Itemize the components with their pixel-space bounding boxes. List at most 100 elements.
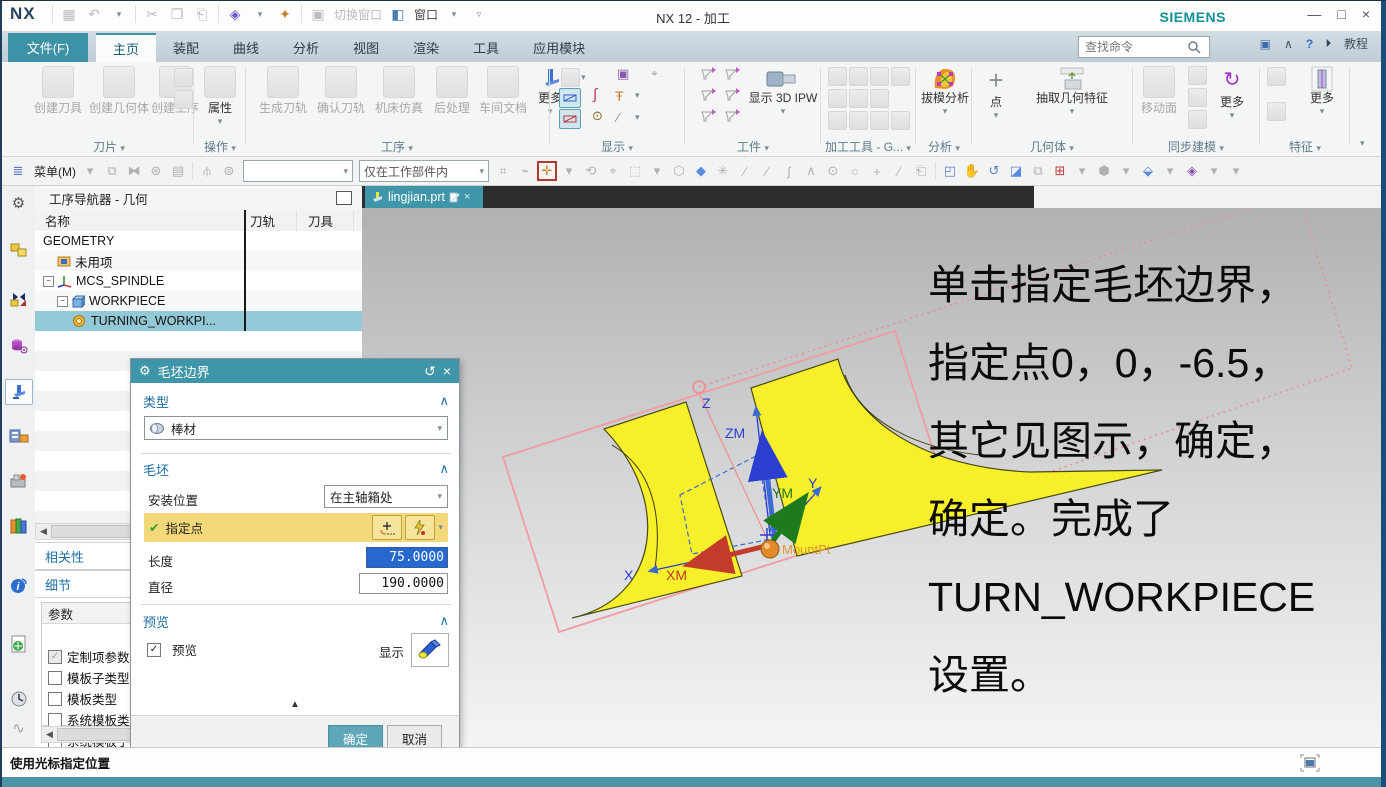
preview-checkbox-row[interactable]: ✓ 预览 <box>147 640 197 659</box>
create-geometry-button[interactable]: 创建几何体 <box>88 66 150 115</box>
scroll-left-icon[interactable]: ◀ <box>36 526 51 537</box>
mount-position-dropdown[interactable]: 在主轴箱处 ▾ <box>324 485 448 508</box>
group-dropdown-icon[interactable]: ▾ <box>408 143 413 153</box>
dropdown-arrow-icon[interactable]: ▾ <box>437 423 442 434</box>
cutter-display-icon[interactable]: Ŧ <box>615 88 624 104</box>
tab-view[interactable]: 视图 <box>336 33 396 62</box>
line-display-icon[interactable]: ∕ <box>617 110 619 125</box>
tab-application[interactable]: 应用模块 <box>516 33 602 62</box>
show-3d-ipw-button[interactable]: 显示 3D IPW ▾ <box>748 66 818 118</box>
length-input[interactable]: 75.0000 <box>366 547 448 568</box>
mt-icon-7[interactable] <box>870 89 889 108</box>
shaded-cube-icon[interactable]: ⬡ <box>671 163 687 179</box>
sash-handle-icon[interactable]: ∿ <box>6 716 32 740</box>
collapse-icon[interactable]: − <box>57 295 68 307</box>
display-option-icon[interactable] <box>561 68 580 87</box>
render-style-icon[interactable]: ⬢ <box>1096 163 1112 179</box>
group-dropdown-icon[interactable]: ▾ <box>955 143 960 153</box>
verify-toolpath-button[interactable]: 确认刀轨 <box>313 66 369 115</box>
group-dropdown-icon[interactable]: ▾ <box>764 143 769 153</box>
insert-extra-icon[interactable] <box>174 68 193 87</box>
tab-assembly[interactable]: 装配 <box>156 33 216 62</box>
snap-icon-2[interactable]: ⌁ <box>517 163 533 179</box>
orient-cube-icon[interactable]: ⬙ <box>1140 163 1156 179</box>
blank-boundary-dialog[interactable]: ⚙ 毛坯边界 ↺ × 类型 ∧ 棒材 ▾ 毛坯 ∧ 安装位置 在主轴箱处 ▾ ✔ 指定… <box>130 358 460 762</box>
tab-render[interactable]: 渲染 <box>396 33 456 62</box>
tab-home[interactable]: 主页 <box>96 33 157 62</box>
snap-icon-4[interactable]: ⌖ <box>605 163 621 179</box>
zoom-box-icon[interactable]: ◰ <box>942 163 958 179</box>
tree-row-unused[interactable]: 未用项 <box>35 251 362 271</box>
dialog-reset-icon[interactable]: ↺ <box>424 363 436 380</box>
type-dropdown[interactable]: 棒材 ▾ <box>144 416 448 440</box>
checkbox-icon[interactable] <box>48 670 62 685</box>
draft-analysis-button[interactable]: 拔模分析 ▾ <box>919 66 971 118</box>
section-type[interactable]: 类型 ∧ <box>143 391 449 411</box>
preview-checkbox-icon[interactable]: ✓ <box>147 642 161 657</box>
circle-center-icon[interactable]: ⊙ <box>825 163 841 179</box>
collapse-chevron-icon[interactable]: ∧ <box>439 393 449 409</box>
mt-icon-5[interactable] <box>828 89 847 108</box>
effects-icon[interactable]: ◈ <box>1184 163 1200 179</box>
column-tool[interactable]: 刀具 <box>302 211 333 230</box>
shop-doc-button[interactable]: 车间文档 <box>475 66 531 115</box>
mt-icon-3[interactable] <box>870 67 889 86</box>
snap-icon-1[interactable]: ⌗ <box>495 163 511 179</box>
navigator-float-button[interactable] <box>336 191 352 205</box>
information-icon[interactable]: i <box>6 573 32 597</box>
wireframe-cube-icon[interactable]: ◆ <box>693 163 709 179</box>
tree-row-geometry[interactable]: GEOMETRY <box>35 231 362 251</box>
viewport[interactable]: Z ZM Y YM X XM MountPt 单击指定毛坯边界， 指定点0，0，… <box>362 208 1381 747</box>
frame-display-icon[interactable]: ▣ <box>617 66 629 82</box>
effects-dropdown-icon[interactable]: ▾ <box>1206 163 1222 179</box>
collapse-icon[interactable]: − <box>43 275 54 287</box>
select-filter-icon-2[interactable]: ⧓ <box>126 163 142 179</box>
layers-icon[interactable]: ⧉ <box>1030 163 1046 179</box>
dialog-title-bar[interactable]: ⚙ 毛坯边界 ↺ × <box>131 359 459 383</box>
group-dropdown-icon[interactable]: ▾ <box>1316 143 1321 153</box>
tutorial-icon[interactable]: 🞂 <box>1326 36 1331 51</box>
feature-icon-1[interactable] <box>1267 67 1286 86</box>
insert-extra2-icon[interactable] <box>174 90 193 109</box>
mt-icon-6[interactable] <box>849 89 868 108</box>
view-grid-dropdown-icon[interactable]: ▾ <box>1074 163 1090 179</box>
tutorial-link[interactable]: 教程 <box>1344 35 1368 52</box>
plus-icon[interactable]: + <box>869 163 885 179</box>
line2-icon[interactable]: ∕ <box>759 163 775 179</box>
line-icon[interactable]: ∕ <box>737 163 753 179</box>
template-document-icon[interactable] <box>6 632 32 656</box>
checkbox-icon[interactable] <box>48 712 62 727</box>
blank-display-toggle-icon[interactable] <box>559 88 581 108</box>
snap-point-icon[interactable]: ✛ <box>537 161 557 181</box>
sync-icon-3[interactable] <box>1188 110 1207 129</box>
move-face-button[interactable]: 移动面 <box>1136 66 1182 115</box>
lasso-icon[interactable]: ⬚ <box>627 163 643 179</box>
column-toolpath[interactable]: 刀轨 <box>244 211 302 230</box>
point-options-dropdown-icon[interactable]: ▾ <box>438 522 443 533</box>
sheet-icon[interactable]: ⎗ <box>913 163 929 179</box>
tree-row-mcs-spindle[interactable]: − MCS_SPINDLE <box>35 271 362 291</box>
explode-icon[interactable]: ✳ <box>715 163 731 179</box>
sync-icon-2[interactable] <box>1188 88 1207 107</box>
scope-combo[interactable]: 仅在工作部件内 ▾ <box>359 160 489 182</box>
slash-icon[interactable]: ∕ <box>891 163 907 179</box>
properties-button[interactable]: 属性 ▾ <box>202 66 238 128</box>
feature-sketch-icon[interactable] <box>1267 102 1286 121</box>
tab-tools[interactable]: 工具 <box>456 33 516 62</box>
sync-icon-1[interactable] <box>1188 66 1207 85</box>
group-dropdown-icon[interactable]: ▾ <box>120 143 125 153</box>
curve-icon[interactable]: ʃ <box>781 163 797 179</box>
point-dialog-button[interactable] <box>372 515 403 540</box>
close-button[interactable]: × <box>1362 6 1370 22</box>
diameter-input[interactable]: 190.0000 <box>359 573 448 594</box>
machining-wizard-icon[interactable] <box>6 469 32 493</box>
menu-dropdown-icon[interactable]: ▾ <box>82 163 98 179</box>
dialog-collapse-arrow-icon[interactable]: ▲ <box>131 699 459 710</box>
dialog-close-icon[interactable]: × <box>443 363 451 379</box>
machine-simulation-button[interactable]: 机床仿真 <box>371 66 427 115</box>
help-icon[interactable]: ? <box>1306 37 1313 51</box>
point-button[interactable]: + 点 ▾ <box>979 66 1013 122</box>
generate-toolpath-button[interactable]: 生成刀轨 <box>255 66 311 115</box>
mount-point[interactable] <box>760 539 780 559</box>
lasso-dropdown-icon[interactable]: ▾ <box>649 163 665 179</box>
